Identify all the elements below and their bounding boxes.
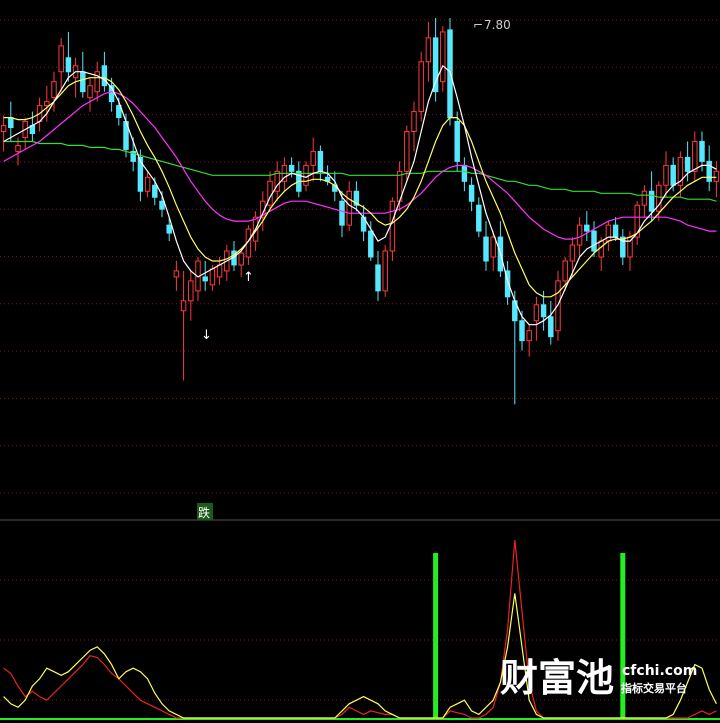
candle-down: [152, 184, 158, 198]
low-tick-marker: ↑: [243, 270, 254, 285]
watermark-domain: cfchi.com: [622, 663, 697, 679]
candle-down: [540, 304, 547, 318]
candle-up: [238, 252, 244, 266]
candle-down: [339, 200, 345, 226]
candle-up: [663, 164, 669, 186]
candle-down: [317, 150, 324, 172]
candle-up: [180, 300, 187, 312]
candle-up: [188, 280, 194, 302]
candle-down: [432, 37, 439, 93]
candle-down: [101, 65, 108, 87]
candle-down: [483, 236, 489, 262]
candle-up: [144, 176, 151, 192]
candle-down: [461, 164, 468, 182]
candle-up: [389, 200, 396, 252]
candle-down: [166, 224, 172, 234]
candle-down: [288, 164, 295, 172]
candle-up: [490, 236, 496, 258]
candle-down: [648, 190, 655, 212]
candle-down: [699, 140, 705, 162]
candle-up: [411, 111, 417, 133]
candle-up: [425, 37, 432, 63]
candle-up: [15, 144, 21, 152]
candle-up: [209, 268, 216, 286]
kline-chart: ⌐ 7.80 ↓ ↑ 跌 财富池 cfchi.com 指标交易平台: [0, 0, 720, 723]
candle-down: [8, 117, 14, 129]
candle-down: [368, 230, 374, 258]
candle-up: [51, 81, 57, 99]
candle-up: [605, 224, 612, 242]
candle-up: [562, 260, 568, 282]
candle-down: [706, 160, 712, 182]
candle-up: [58, 45, 64, 73]
candle-up: [173, 270, 180, 278]
candle-down: [684, 156, 691, 172]
signal-bar: [433, 553, 439, 718]
watermark-tagline: 指标交易平台: [621, 681, 687, 695]
candle-up: [87, 85, 93, 99]
candle-down: [519, 320, 525, 342]
high-marker-arrow: ⌐: [473, 18, 483, 32]
candle-down: [670, 164, 676, 186]
candle-up: [713, 170, 720, 182]
candle-up: [404, 131, 410, 172]
candle-down: [584, 224, 590, 232]
candle-down: [591, 230, 597, 252]
candle-down: [612, 224, 619, 238]
candle-down: [454, 121, 460, 162]
candle-up: [569, 244, 576, 262]
low-arrow-marker: ↓: [201, 328, 212, 343]
candle-up: [346, 190, 352, 226]
candle-up: [310, 150, 316, 166]
candle-up: [418, 61, 424, 113]
candle-up: [216, 264, 223, 278]
candle-up: [641, 190, 648, 206]
candle-up: [382, 250, 388, 292]
candle-up: [44, 101, 50, 107]
candle-down: [65, 57, 72, 73]
high-price-label: 7.80: [484, 18, 511, 32]
candle-down: [476, 204, 482, 232]
candle-up: [303, 164, 309, 186]
candle-up: [0, 125, 7, 133]
candle-down: [548, 316, 554, 338]
candle-up: [526, 330, 532, 342]
candle-down: [375, 264, 381, 292]
candle-up: [440, 31, 446, 83]
candle-up: [692, 140, 698, 172]
candle-down: [80, 71, 86, 93]
signal-text: 跌: [198, 505, 210, 520]
candle-down: [159, 200, 165, 210]
candle-down: [468, 184, 475, 202]
candle-down: [202, 276, 208, 282]
watermark-brand: 财富池: [500, 656, 614, 700]
candle-up: [576, 224, 583, 246]
candle-up: [533, 304, 540, 322]
candle-down: [137, 156, 144, 192]
watermark: 财富池 cfchi.com 指标交易平台: [500, 656, 697, 700]
